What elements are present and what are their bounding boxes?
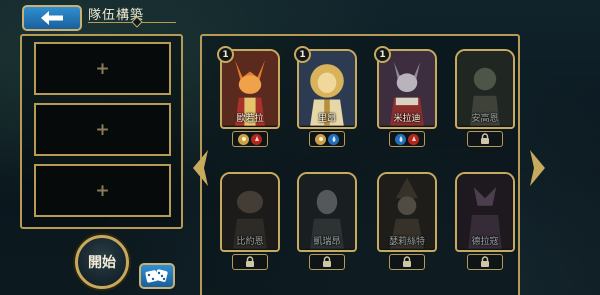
hero-name: 米拉迪 xyxy=(393,114,421,124)
start-label: 開始 xyxy=(88,255,116,271)
sun-trait-icon xyxy=(315,133,326,145)
back-arrow-icon xyxy=(41,11,63,25)
hero-name: 德拉寇 xyxy=(471,237,499,247)
water-trait-icon xyxy=(328,133,339,145)
lock-icon xyxy=(323,256,331,267)
hero-name: 安高恩 xyxy=(471,114,499,124)
chevron-right-icon[interactable] xyxy=(528,148,548,188)
hero-portrait: 凱瑞昂 xyxy=(297,172,357,252)
hero-name: 瑟莉絲特 xyxy=(388,237,425,247)
hero-name: 比約恩 xyxy=(236,237,264,247)
lock-icon xyxy=(246,256,254,267)
hero-level-badge: 1 xyxy=(374,46,391,63)
hero-traits xyxy=(389,131,425,147)
locked-plate xyxy=(467,131,503,147)
hero-name: 里昂 xyxy=(317,114,336,124)
team-panel: + + + xyxy=(20,34,183,229)
hero-traits xyxy=(309,131,345,147)
add-icon: + xyxy=(95,180,110,201)
hero-name: 歐若拉 xyxy=(236,114,264,124)
lock-icon xyxy=(481,133,489,144)
hero-traits xyxy=(232,131,268,147)
hero-portrait: 德拉寇 xyxy=(455,172,515,252)
lock-icon xyxy=(403,256,411,267)
hero-level-badge: 1 xyxy=(217,46,234,63)
hero-portrait: 安高恩 xyxy=(455,49,515,129)
locked-plate xyxy=(467,254,503,270)
locked-plate xyxy=(232,254,268,270)
water-trait-icon xyxy=(395,133,406,145)
hero-name: 凱瑞昂 xyxy=(313,237,341,247)
add-icon: + xyxy=(95,58,110,79)
dice-icon xyxy=(145,269,168,283)
team-slot-1[interactable]: + xyxy=(34,42,171,95)
locked-plate xyxy=(309,254,345,270)
start-button[interactable]: 開始 xyxy=(75,235,129,289)
claw-trait-icon xyxy=(251,133,262,145)
add-icon: + xyxy=(95,119,110,140)
claw-trait-icon xyxy=(408,133,419,145)
back-button[interactable] xyxy=(22,5,82,31)
team-slot-2[interactable]: + xyxy=(34,103,171,156)
team-slot-3[interactable]: + xyxy=(34,164,171,217)
hero-portrait: 瑟莉絲特 xyxy=(377,172,437,252)
random-team-button[interactable] xyxy=(139,263,175,289)
sun-trait-icon xyxy=(238,133,249,145)
chevron-left-icon[interactable] xyxy=(190,148,210,188)
hero-level-badge: 1 xyxy=(294,46,311,63)
locked-plate xyxy=(389,254,425,270)
lock-icon xyxy=(481,256,489,267)
hero-portrait: 比約恩 xyxy=(220,172,280,252)
